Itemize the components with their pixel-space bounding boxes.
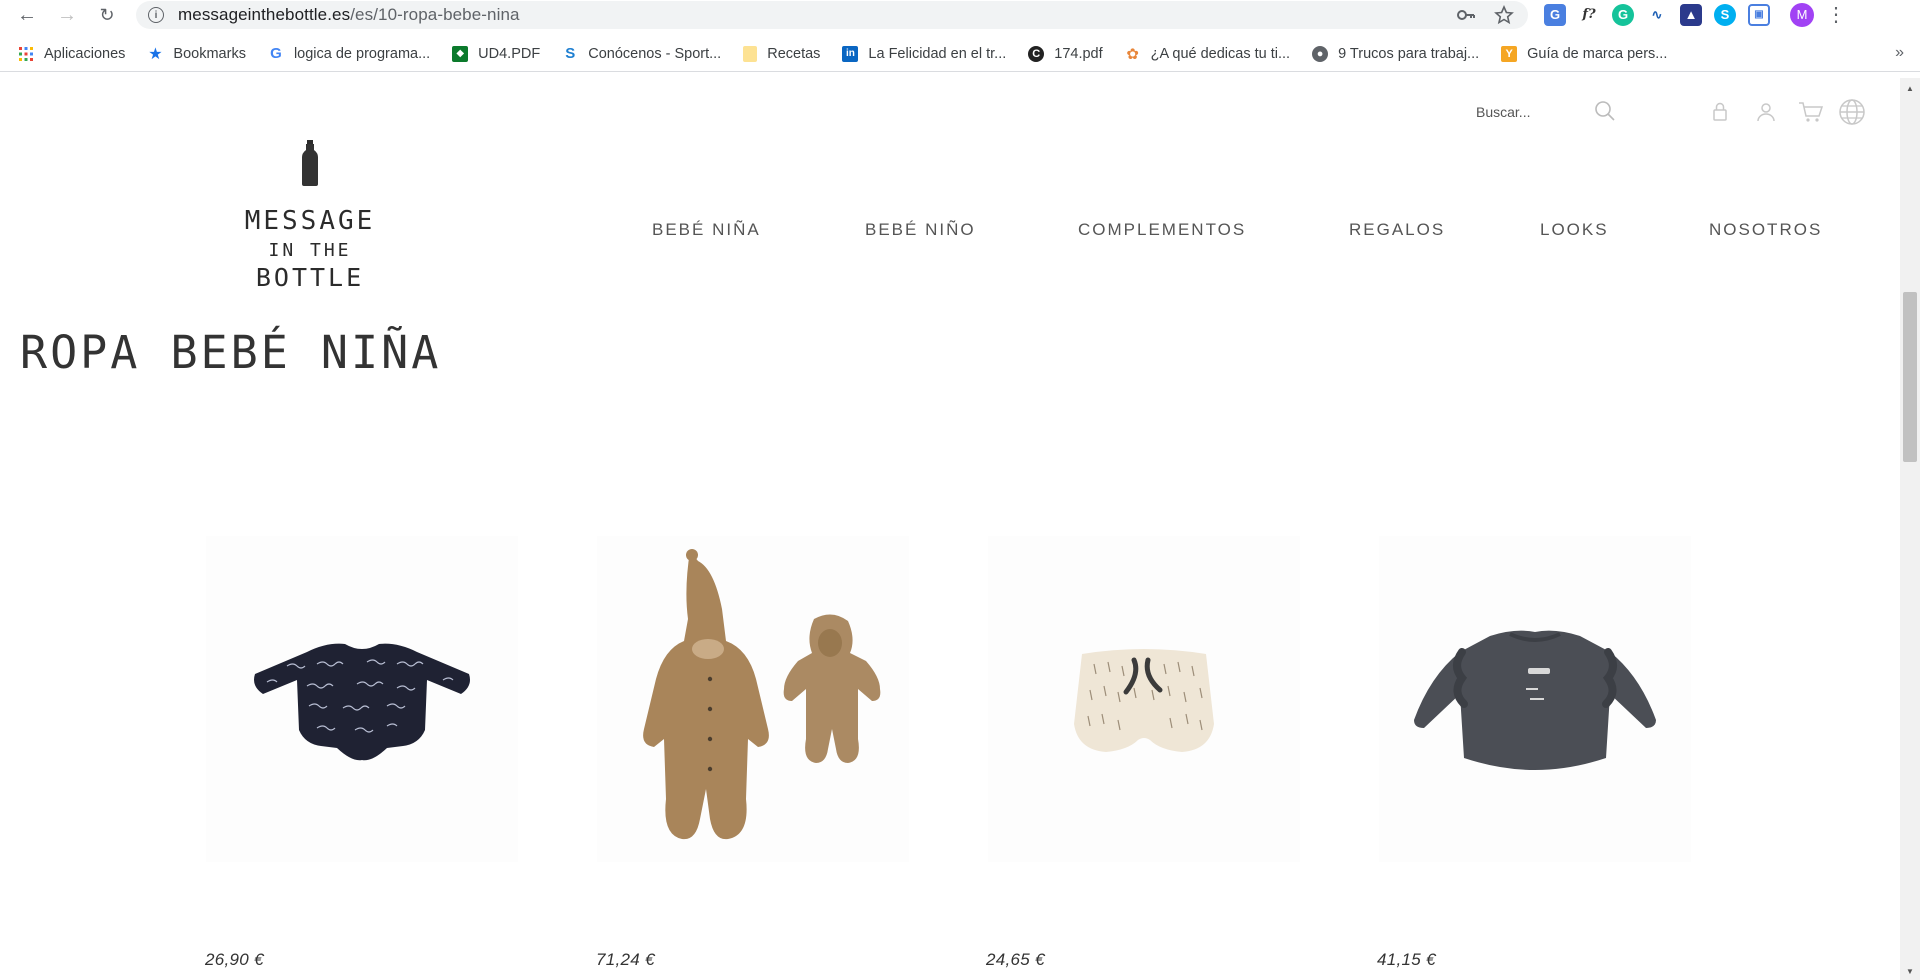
bookmark-star-icon[interactable] — [1494, 4, 1514, 30]
bookmark-item[interactable]: C 174.pdf — [1028, 45, 1103, 62]
star-icon: ★ — [148, 45, 163, 63]
product-price: 71,24 € — [596, 950, 655, 969]
bookmark-label: 174.pdf — [1054, 45, 1103, 62]
lighthouse-extension-icon[interactable]: ▲ — [1680, 3, 1702, 26]
forward-button[interactable]: → — [49, 0, 85, 30]
y-logo-icon: Y — [1501, 45, 1518, 62]
logo-text-line2: IN THE — [268, 240, 352, 261]
bookmark-item[interactable]: ✿ ¿A qué dedicas tu ti... — [1125, 45, 1291, 63]
logo-text-line1: MESSAGE — [244, 206, 376, 236]
product-price: 24,65 € — [986, 950, 1045, 969]
skype-extension-icon[interactable]: S — [1714, 3, 1736, 26]
palette-icon: ✿ — [1126, 45, 1139, 63]
product-card[interactable] — [988, 536, 1300, 862]
bookmark-label: Bookmarks — [173, 45, 246, 62]
product-image-bloomers[interactable] — [988, 536, 1300, 862]
bookmark-label: ¿A qué dedicas tu ti... — [1150, 45, 1291, 62]
product-image-ruffle-sweatshirt[interactable] — [1379, 536, 1691, 862]
search-input[interactable]: Buscar... — [1476, 104, 1530, 120]
language-globe-icon[interactable] — [1838, 98, 1866, 126]
bookmark-label: logica de programa... — [293, 45, 431, 62]
bookmark-item[interactable]: ◆ UD4.PDF — [452, 45, 541, 62]
translate-extension-icon[interactable]: G — [1544, 3, 1566, 26]
product-card[interactable] — [597, 536, 909, 862]
user-icon[interactable] — [1754, 100, 1778, 124]
globe-icon: ● — [1312, 45, 1329, 62]
site-info-icon[interactable]: i — [148, 7, 164, 23]
apps-grid-icon — [18, 46, 34, 62]
grammarly-extension-icon[interactable]: G — [1612, 3, 1634, 26]
bookmark-item[interactable]: ★ Bookmarks — [147, 45, 246, 63]
nav-bebe-nina[interactable]: BEBÉ NIÑA — [652, 220, 761, 240]
browser-menu-icon[interactable]: ⋮ — [1826, 2, 1846, 27]
bookmark-label: Conócenos - Sport... — [588, 45, 722, 62]
browser-address-row: ← → ↻ i messageinthebottle.es/es/10-ropa… — [0, 0, 1920, 30]
bookmark-item[interactable]: S Conócenos - Sport... — [562, 45, 722, 62]
more-bookmarks-button[interactable]: » — [1895, 44, 1904, 62]
pdf-c-icon: C — [1028, 45, 1045, 62]
sport-logo-icon: S — [565, 45, 576, 62]
url-text[interactable]: messageinthebottle.es/es/10-ropa-bebe-ni… — [178, 5, 520, 25]
screen-capture-extension-icon[interactable]: ▣ — [1748, 3, 1770, 26]
scroll-down-arrow-icon[interactable]: ▼ — [1906, 967, 1914, 976]
main-navigation: BEBÉ NIÑA BEBÉ NIÑO COMPLEMENTOS REGALOS… — [652, 220, 1822, 244]
bookmark-item[interactable]: G logica de programa... — [268, 45, 431, 62]
nav-complementos[interactable]: COMPLEMENTOS — [1078, 220, 1246, 240]
logo-text-line3: BOTTLE — [255, 263, 365, 292]
bottle-logo-icon — [300, 140, 320, 186]
product-price: 26,90 € — [205, 950, 264, 969]
search-icon[interactable] — [1594, 100, 1616, 122]
bookmark-item[interactable]: ● 9 Trucos para trabaj... — [1312, 45, 1480, 62]
bookmark-item[interactable]: in La Felicidad en el tr... — [842, 45, 1007, 62]
scrollbar-thumb[interactable] — [1903, 292, 1917, 462]
product-image-bodysuit[interactable] — [206, 536, 518, 862]
bookmark-label: Aplicaciones — [44, 45, 126, 62]
page-content: Buscar... MESSAGE IN THE BOTTLE BEBÉ NIÑ… — [0, 78, 1900, 980]
nav-looks[interactable]: LOOKS — [1540, 220, 1609, 240]
bookmark-label: 9 Trucos para trabaj... — [1338, 45, 1480, 62]
bookmark-item[interactable]: Aplicaciones — [18, 46, 125, 62]
back-button[interactable]: ← — [9, 0, 45, 30]
bookmark-label: La Felicidad en el tr... — [868, 45, 1007, 62]
product-price: 41,15 € — [1377, 950, 1436, 969]
junta-andalucia-icon: ◆ — [452, 45, 469, 62]
bookmark-label: UD4.PDF — [478, 45, 541, 62]
address-bar[interactable]: i messageinthebottle.es/es/10-ropa-bebe-… — [136, 1, 1528, 29]
product-card[interactable] — [206, 536, 518, 862]
cart-icon[interactable] — [1798, 100, 1824, 124]
nav-nosotros[interactable]: NOSOTROS — [1709, 220, 1822, 240]
profile-avatar[interactable]: M — [1790, 2, 1814, 27]
key-icon[interactable] — [1456, 5, 1476, 30]
font-extension-icon[interactable]: f? — [1578, 3, 1600, 26]
page-title: ROPA BEBÉ NIÑA — [20, 326, 442, 379]
bookmark-label: Guía de marca pers... — [1527, 45, 1668, 62]
bookmark-item[interactable]: Y Guía de marca pers... — [1501, 45, 1668, 62]
url-path: /es/10-ropa-bebe-nina — [350, 5, 520, 24]
bookmark-label: Recetas — [767, 45, 821, 62]
url-host: messageinthebottle.es — [178, 5, 351, 24]
site-logo[interactable]: MESSAGE IN THE BOTTLE — [230, 140, 390, 292]
linkedin-icon: in — [842, 45, 859, 62]
reader-extension-icon[interactable]: ∿ — [1646, 3, 1668, 26]
google-icon: G — [270, 45, 282, 62]
folder-icon — [743, 45, 758, 62]
product-image-pram-suit[interactable] — [597, 536, 909, 862]
bookmark-item[interactable]: Recetas — [743, 45, 821, 62]
nav-bebe-nino[interactable]: BEBÉ NIÑO — [865, 220, 976, 240]
nav-regalos[interactable]: REGALOS — [1349, 220, 1445, 240]
utility-bar: Buscar... — [1470, 92, 1890, 132]
page-scrollbar[interactable]: ▲ ▼ — [1900, 78, 1920, 980]
bookmarks-bar: Aplicaciones ★ Bookmarks G logica de pro… — [0, 36, 1920, 72]
lock-icon[interactable] — [1708, 100, 1732, 124]
scroll-up-arrow-icon[interactable]: ▲ — [1906, 84, 1914, 93]
product-card[interactable] — [1379, 536, 1691, 862]
reload-button[interactable]: ↻ — [89, 0, 125, 30]
